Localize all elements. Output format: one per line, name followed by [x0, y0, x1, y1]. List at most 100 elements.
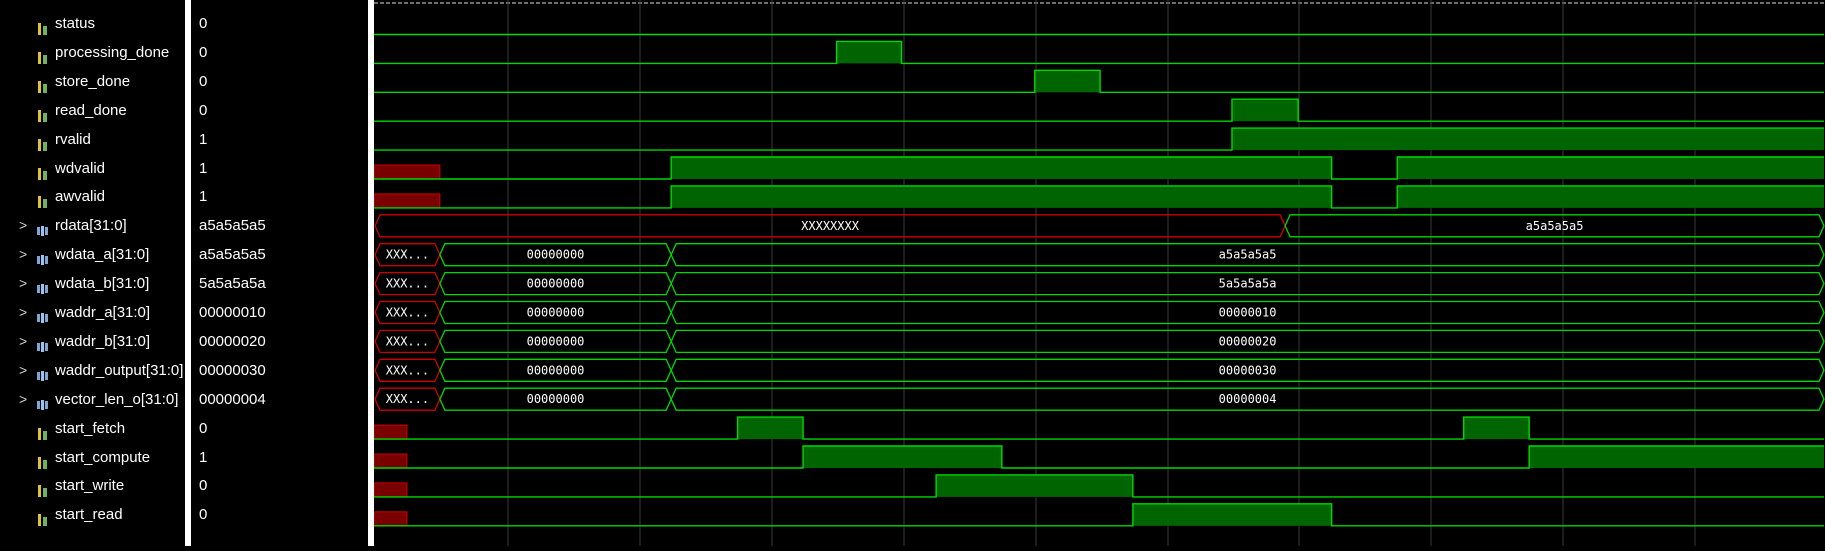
- signal-name: wdvalid: [55, 159, 106, 177]
- signal-name: processing_done: [55, 43, 170, 61]
- bus-value-label: 00000000: [527, 334, 585, 348]
- expand-chevron-icon[interactable]: >: [19, 356, 31, 385]
- signal-value: 0: [199, 72, 208, 90]
- signal-name: waddr_a[31:0]: [55, 304, 151, 321]
- signal-trace: [374, 416, 1824, 440]
- signal-row[interactable]: read_done: [0, 96, 185, 125]
- bus-value-label: 00000000: [527, 363, 585, 377]
- signal-value-row[interactable]: 00000010: [191, 298, 368, 327]
- signal-name: rvalid: [55, 130, 91, 148]
- bus-signal-icon: [36, 248, 50, 266]
- signal-value: 00000020: [199, 332, 266, 350]
- signal-value: 5a5a5a5a: [199, 275, 266, 293]
- signal-value-row[interactable]: 00000020: [191, 327, 368, 356]
- signal-value-row[interactable]: 0: [191, 9, 368, 38]
- high-level-fill: [936, 474, 1133, 497]
- signal-row[interactable]: start_read: [0, 500, 185, 529]
- signal-row[interactable]: awvalid: [0, 182, 185, 211]
- signal-row[interactable]: start_compute: [0, 443, 185, 472]
- bus-value-label: XXX...: [386, 334, 429, 348]
- signal-value: a5a5a5a5: [199, 217, 266, 235]
- signal-value-row[interactable]: 1: [191, 125, 368, 154]
- signal-trace: [374, 98, 1824, 122]
- signal-row[interactable]: rvalid: [0, 125, 185, 154]
- signal-row[interactable]: start_fetch: [0, 414, 185, 443]
- signal-name: start_write: [55, 477, 125, 495]
- signal-row[interactable]: > waddr_b[31:0]: [0, 327, 185, 356]
- signal-value-row[interactable]: 00000004: [191, 385, 368, 414]
- bus-value-label: 00000020: [1219, 334, 1277, 348]
- signal-name-column: status processing_done store_done read_done…: [0, 0, 185, 546]
- signal-row[interactable]: > rdata[31:0]: [0, 211, 185, 240]
- scalar-signal-icon: [36, 451, 50, 469]
- bus-signal-icon: [36, 277, 50, 295]
- expand-chevron-icon[interactable]: >: [19, 327, 31, 356]
- signal-value: a5a5a5a5: [199, 246, 266, 264]
- signal-value-row[interactable]: 1: [191, 154, 368, 183]
- signal-name: rdata[31:0]: [55, 217, 127, 235]
- expand-chevron-icon[interactable]: >: [19, 385, 31, 414]
- bus-value-label: 00000030: [1219, 363, 1277, 377]
- signal-value-row[interactable]: 0: [191, 67, 368, 96]
- undefined-mark: [373, 482, 408, 498]
- signal-row[interactable]: wdvalid: [0, 154, 185, 183]
- expand-chevron-icon[interactable]: >: [19, 298, 31, 327]
- signal-row[interactable]: > waddr_a[31:0]: [0, 298, 185, 327]
- signal-value-row[interactable]: 5a5a5a5a: [191, 269, 368, 298]
- signal-row[interactable]: > wdata_b[31:0]: [0, 269, 185, 298]
- undefined-mark: [373, 511, 408, 527]
- signal-row[interactable]: > wdata_a[31:0]: [0, 240, 185, 269]
- signal-name: read_done: [55, 101, 127, 119]
- high-level-fill: [1231, 128, 1824, 151]
- high-level-fill: [1397, 157, 1824, 179]
- signal-value-row[interactable]: 0: [191, 500, 368, 529]
- scalar-signal-icon: [36, 508, 50, 527]
- signal-value-row[interactable]: 0: [191, 414, 368, 443]
- signal-value: 1: [199, 188, 208, 206]
- signal-name: wdata_b[31:0]: [55, 275, 150, 293]
- bus-value-label: XXXXXXXX: [801, 219, 860, 233]
- bus-value-label: 00000010: [1219, 306, 1277, 320]
- signal-value-column: 0 0 0 0 1 1 1 a5a5a5a5 a5a5a5a5 5a5a5a5a 00000010 0…: [191, 0, 368, 546]
- signal-value-row[interactable]: 0: [191, 38, 368, 67]
- signal-value-row[interactable]: 0: [191, 471, 368, 500]
- undefined-mark: [373, 164, 441, 180]
- signal-value-row[interactable]: 00000030: [191, 356, 368, 385]
- signal-value-row[interactable]: a5a5a5a5: [191, 211, 368, 240]
- expand-chevron-icon[interactable]: >: [19, 211, 31, 240]
- signal-value: 00000010: [199, 304, 266, 321]
- signal-row[interactable]: > vector_len_o[31:0]: [0, 385, 185, 414]
- bus-value-label: 00000000: [527, 277, 585, 291]
- expand-chevron-icon[interactable]: >: [19, 269, 31, 298]
- bus-signal-icon: [36, 335, 50, 352]
- undefined-mark: [373, 453, 408, 469]
- signal-value-row[interactable]: 1: [191, 443, 368, 472]
- signal-row[interactable]: status: [0, 9, 185, 38]
- bus-value-label: XXX...: [386, 248, 429, 262]
- bus-signal-icon: [36, 364, 50, 381]
- waveform-svg[interactable]: XXXXXXXX a5a5a5a5 XXX... 00000000 a5a5a5a5 XX…: [373, 0, 1825, 546]
- signal-name: waddr_output[31:0]: [55, 361, 184, 379]
- scalar-signal-icon: [36, 104, 50, 122]
- signal-value: 0: [199, 101, 208, 119]
- high-level-fill: [1034, 70, 1101, 93]
- signal-row[interactable]: store_done: [0, 67, 185, 96]
- waveform-canvas[interactable]: XXXXXXXX a5a5a5a5 XXX... 00000000 a5a5a5a5 XX…: [373, 0, 1825, 546]
- signal-row[interactable]: start_write: [0, 471, 185, 500]
- bus-signal-icon: [36, 219, 50, 237]
- high-level-fill: [671, 185, 1332, 208]
- signal-row[interactable]: > waddr_output[31:0]: [0, 356, 185, 385]
- expand-chevron-icon[interactable]: >: [19, 240, 31, 269]
- undefined-mark: [373, 424, 408, 440]
- bus-value-label: XXX...: [386, 392, 429, 406]
- signal-value-row[interactable]: 0: [191, 96, 368, 125]
- signal-name: wdata_a[31:0]: [55, 246, 150, 264]
- high-level-fill: [1463, 417, 1530, 440]
- bus-value-label: a5a5a5a5: [1526, 219, 1584, 233]
- signal-row[interactable]: processing_done: [0, 38, 185, 67]
- signal-trace: [374, 503, 1824, 527]
- bus-value-label: XXX...: [386, 306, 429, 320]
- signal-value-row[interactable]: 1: [191, 182, 368, 211]
- scalar-signal-icon: [36, 17, 50, 35]
- signal-value-row[interactable]: a5a5a5a5: [191, 240, 368, 269]
